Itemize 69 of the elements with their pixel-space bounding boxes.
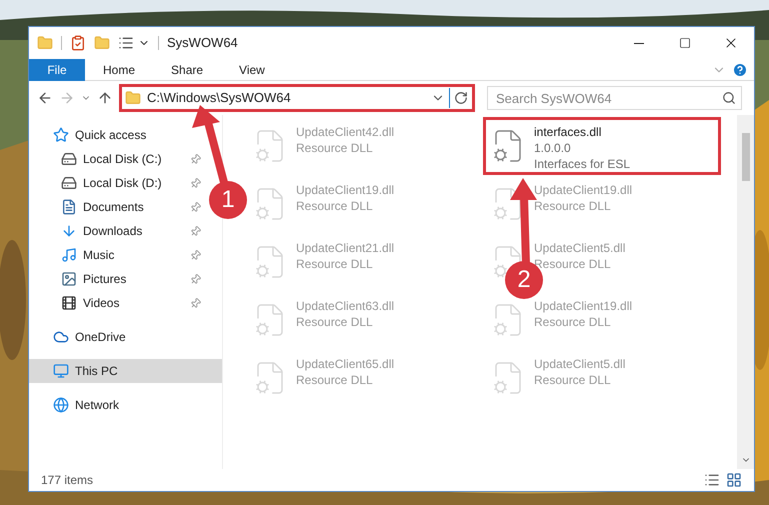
ribbon-tab[interactable]: File (29, 58, 85, 80)
file-type: Resource DLL (296, 140, 374, 156)
cloud-icon (53, 329, 69, 345)
nav-item[interactable]: Local Disk (C:) (29, 147, 205, 171)
maximize-icon (679, 37, 691, 49)
help-icon[interactable] (732, 62, 748, 78)
scrollbar[interactable] (737, 115, 754, 469)
file-type: Resource DLL (296, 256, 374, 272)
nav-item[interactable]: This PC (29, 359, 222, 383)
nav-item[interactable]: Videos (29, 291, 205, 315)
drive-icon (61, 175, 77, 191)
nav-item[interactable]: Downloads (29, 219, 205, 243)
nav-item[interactable]: Local Disk (D:) (29, 171, 205, 195)
file-type: Resource DLL (534, 314, 612, 330)
search-field[interactable]: Search SysWOW64 (487, 86, 742, 110)
back-icon[interactable] (37, 90, 53, 106)
file-type: Resource DLL (296, 198, 374, 214)
file-name: UpdateClient63.dll (296, 298, 394, 314)
file-type: Resource DLL (534, 372, 612, 388)
picture-icon (61, 271, 77, 287)
refresh-icon[interactable] (454, 91, 468, 105)
address-path: C:\Windows\SysWOW64 (147, 89, 291, 108)
nav-item[interactable]: Music (29, 243, 205, 267)
music-note-icon (61, 247, 77, 263)
forward-icon[interactable] (59, 90, 75, 106)
file-name: UpdateClient65.dll (296, 356, 394, 372)
search-icon[interactable] (722, 91, 736, 105)
file-name: interfaces.dll (534, 124, 602, 140)
window-title: SysWOW64 (167, 34, 238, 52)
minimize-icon (634, 42, 644, 44)
file-type: Resource DLL (534, 198, 612, 214)
file-version: 1.0.0.0 (534, 140, 572, 156)
file-name: UpdateClient19.dll (534, 182, 632, 198)
nav-item[interactable]: Quick access (29, 123, 222, 147)
file-type: Resource DLL (296, 372, 374, 388)
nav-item[interactable]: Documents (29, 195, 205, 219)
properties-icon[interactable] (70, 35, 86, 51)
file-name: UpdateClient21.dll (296, 240, 394, 256)
file-name: UpdateClient19.dll (296, 182, 394, 198)
tiles-view-icon[interactable] (726, 472, 742, 488)
item-count: 177 items (41, 472, 94, 489)
ribbon-tab[interactable]: Share (153, 58, 222, 80)
file-name: UpdateClient5.dll (534, 240, 626, 256)
globe-icon (53, 397, 69, 413)
details-view-icon[interactable] (704, 472, 720, 488)
file-name: UpdateClient19.dll (534, 298, 632, 314)
file-type: Resource DLL (534, 256, 612, 272)
nav-item[interactable]: OneDrive (29, 325, 222, 349)
film-icon (61, 295, 77, 311)
address-bar[interactable]: C:\Windows\SysWOW64 (119, 84, 475, 112)
document-icon (61, 199, 77, 215)
ribbon-tab[interactable]: Home (85, 58, 154, 80)
star-icon (53, 127, 69, 143)
file-type: Interfaces for ESL (534, 156, 630, 172)
nav-item[interactable]: Network (29, 393, 222, 417)
new-folder-icon[interactable] (94, 35, 110, 51)
list-icon[interactable] (118, 35, 134, 51)
file-name: UpdateClient42.dll (296, 124, 394, 140)
nav-item[interactable]: Pictures (29, 267, 205, 291)
folder-icon (125, 90, 141, 106)
up-icon[interactable] (97, 90, 113, 106)
ribbon-tab[interactable]: View (221, 58, 283, 80)
file-type: Resource DLL (296, 314, 374, 330)
file-name: UpdateClient5.dll (534, 356, 626, 372)
scroll-thumb[interactable] (742, 133, 750, 181)
selected-file-frame[interactable]: interfaces.dll 1.0.0.0 Interfaces for ESL (483, 117, 721, 175)
folder-icon[interactable] (37, 35, 53, 51)
drive-icon (61, 151, 77, 167)
monitor-icon (53, 363, 69, 379)
